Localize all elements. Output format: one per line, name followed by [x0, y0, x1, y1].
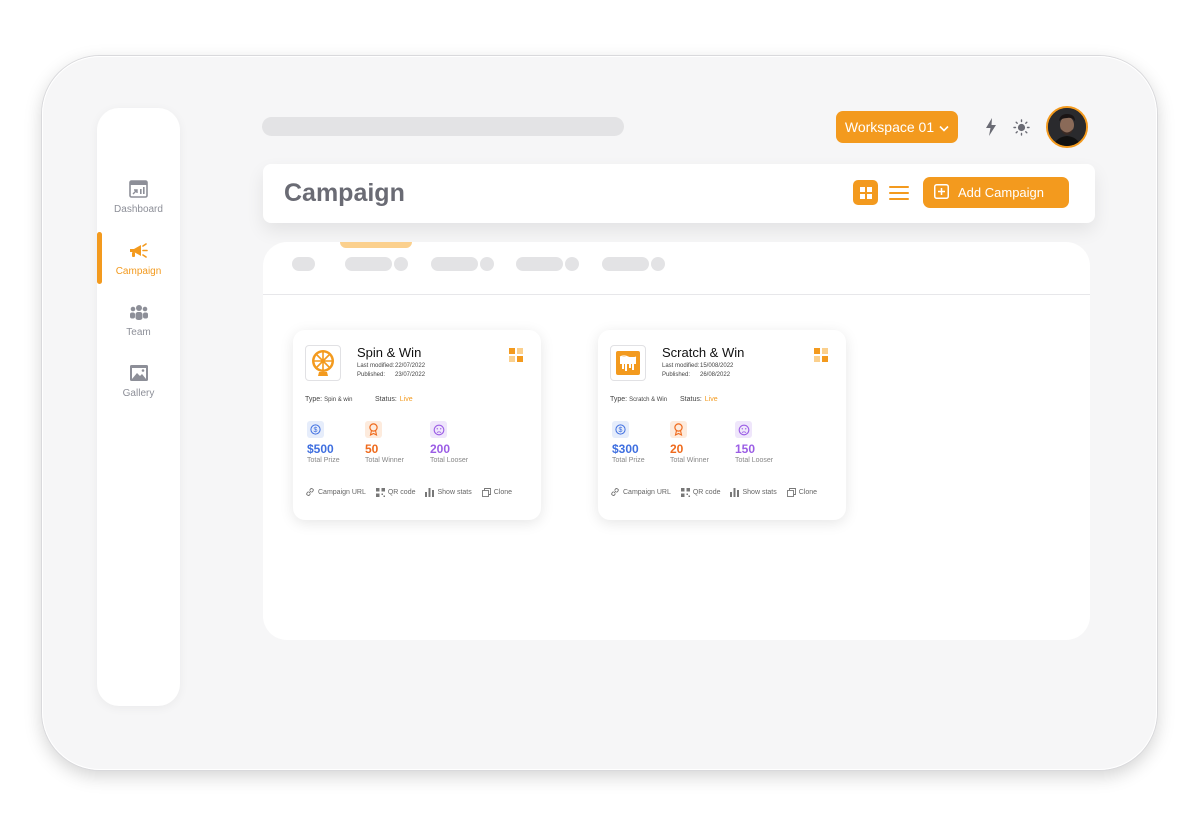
avatar[interactable] [1046, 106, 1088, 148]
clone-button[interactable]: Clone [786, 487, 817, 497]
tab-all[interactable] [292, 257, 315, 271]
status-badge: Live [704, 396, 718, 403]
campaign-type: Type: Spin & win [305, 396, 353, 403]
copy-icon [786, 487, 796, 497]
grid-icon [859, 186, 872, 199]
card-actions: Campaign URL QR code Show stats Clone [610, 487, 827, 497]
sun-icon[interactable] [1012, 118, 1030, 136]
sidebar-item-label: Dashboard [114, 204, 163, 215]
add-campaign-button[interactable]: Add Campaign [923, 177, 1069, 208]
card-actions: Campaign URL QR code Show stats Clone [305, 487, 522, 497]
campaign-url-button[interactable]: Campaign URL [610, 487, 671, 497]
sidebar-item-team[interactable]: Team [97, 301, 180, 351]
dashboard-icon [128, 178, 150, 200]
chevron-down-icon [939, 119, 949, 135]
qr-code-icon [680, 487, 690, 497]
published-date: Published: 26/08/2022 [662, 372, 731, 378]
show-stats-button[interactable]: Show stats [425, 487, 472, 497]
sidebar-item-campaign[interactable]: Campaign [97, 240, 180, 290]
published-date: Published: 23/07/2022 [357, 372, 426, 378]
card-title: Scratch & Win [662, 345, 745, 360]
sidebar-item-dashboard[interactable]: Dashboard [97, 178, 180, 228]
workspace-label: Workspace 01 [844, 119, 935, 135]
page-title: Campaign [284, 179, 405, 207]
card-grid-icon[interactable] [509, 348, 523, 362]
search-bar[interactable] [262, 117, 624, 136]
sidebar: Dashboard Campaign Team Gallery [97, 108, 180, 706]
card-title: Spin & Win [357, 345, 422, 360]
status-badge: Live [399, 396, 413, 403]
campaign-card[interactable]: Spin & Win Last modified: 22/07/2022 Publ… [293, 330, 541, 520]
team-icon [128, 301, 150, 323]
clone-button[interactable]: Clone [481, 487, 512, 497]
divider [263, 294, 1090, 295]
dollar-icon: $ [307, 421, 324, 438]
campaign-type: Type: Scratch & Win [610, 396, 668, 403]
sidebar-item-label: Gallery [122, 388, 155, 399]
gallery-icon [128, 362, 150, 384]
campaign-card[interactable]: Scratch & Win Last modified: 15/008/2022 … [598, 330, 846, 520]
show-stats-button[interactable]: Show stats [730, 487, 777, 497]
svg-text:$: $ [619, 427, 623, 434]
active-tab-indicator [340, 242, 412, 248]
sidebar-item-label: Campaign [115, 266, 162, 277]
last-modified: Last modified: 15/008/2022 [662, 363, 734, 369]
dollar-icon: $ [612, 421, 629, 438]
stat-total-winner: 50 Total Winner [365, 421, 404, 464]
stat-total-prize: $ $300 Total Prize [612, 421, 645, 464]
spin-wheel-icon [305, 345, 341, 381]
scratch-card-icon [610, 345, 646, 381]
link-icon [306, 488, 314, 496]
list-view-button[interactable] [886, 180, 911, 205]
sad-face-icon [735, 421, 752, 438]
campaign-status: Status: Live [375, 396, 413, 403]
link-icon [611, 488, 619, 496]
page-header: Campaign Add Campaign [263, 164, 1095, 223]
campaign-url-button[interactable]: Campaign URL [305, 487, 366, 497]
qr-code-button[interactable]: QR code [680, 487, 720, 497]
lightning-icon[interactable] [982, 118, 1000, 136]
qr-code-icon [375, 487, 385, 497]
medal-icon [365, 421, 382, 438]
card-grid-icon[interactable] [814, 348, 828, 362]
stat-total-looser: 200 Total Looser [430, 421, 468, 464]
bar-chart-icon [425, 487, 435, 497]
workspace-dropdown[interactable]: Workspace 01 [836, 111, 958, 143]
grid-view-button[interactable] [853, 180, 878, 205]
campaign-panel: Spin & Win Last modified: 22/07/2022 Publ… [263, 242, 1090, 640]
sidebar-item-label: Team [126, 327, 151, 338]
tab-3[interactable] [516, 257, 579, 271]
add-campaign-label: Add Campaign [958, 185, 1044, 200]
tab-2[interactable] [431, 257, 494, 271]
copy-icon [481, 487, 491, 497]
campaign-status: Status: Live [680, 396, 718, 403]
tab-1[interactable] [345, 257, 408, 271]
stat-total-prize: $ $500 Total Prize [307, 421, 340, 464]
bar-chart-icon [730, 487, 740, 497]
list-icon [888, 185, 909, 200]
last-modified: Last modified: 22/07/2022 [357, 363, 426, 369]
megaphone-icon [128, 240, 150, 262]
tab-4[interactable] [602, 257, 665, 271]
qr-code-button[interactable]: QR code [375, 487, 415, 497]
plus-square-icon [934, 183, 949, 202]
sidebar-item-gallery[interactable]: Gallery [97, 362, 180, 412]
medal-icon [670, 421, 687, 438]
stat-total-looser: 150 Total Looser [735, 421, 773, 464]
sad-face-icon [430, 421, 447, 438]
svg-text:$: $ [314, 427, 318, 434]
stat-total-winner: 20 Total Winner [670, 421, 709, 464]
